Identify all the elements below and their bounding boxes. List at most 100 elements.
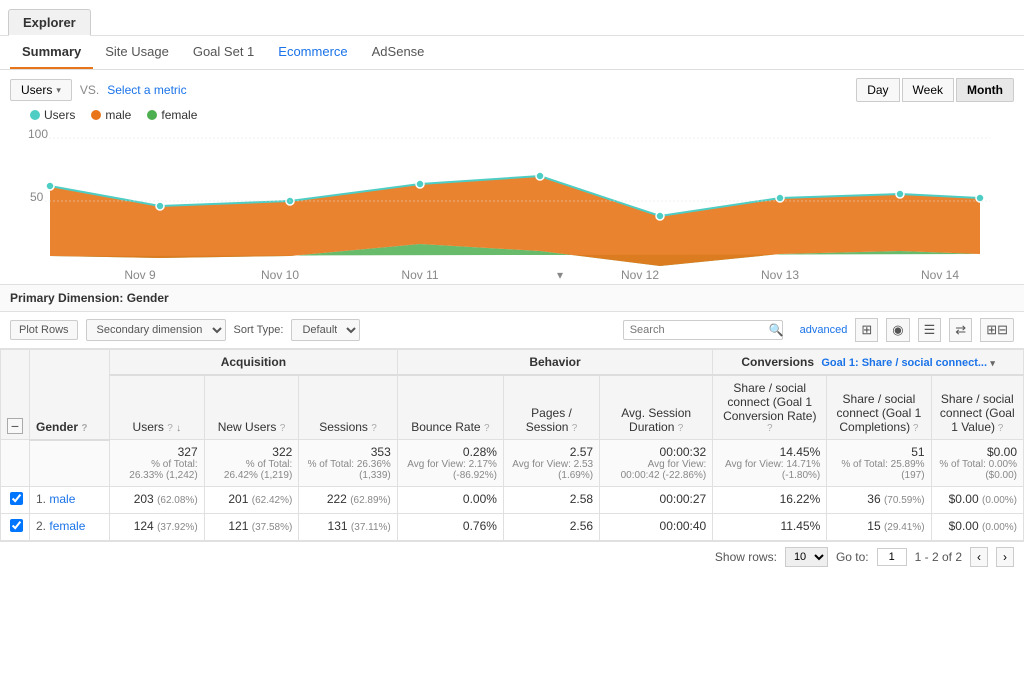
tab-summary[interactable]: Summary bbox=[10, 36, 93, 69]
svg-text:Nov 13: Nov 13 bbox=[761, 268, 799, 281]
primary-dimension-bar: Primary Dimension: Gender bbox=[0, 284, 1024, 312]
plot-rows-btn[interactable]: Plot Rows bbox=[10, 320, 78, 340]
tab-site-usage[interactable]: Site Usage bbox=[93, 36, 181, 69]
row1-new-users: 201 (62.42%) bbox=[204, 487, 299, 514]
table-view-pivot-btn[interactable]: ⊞⊟ bbox=[980, 318, 1014, 342]
chart-controls-left: Users ▾ VS. Select a metric bbox=[10, 79, 187, 101]
area-chart: 100 50 Nov 9 Nov 10 Nov 11 ▾ Nov 12 bbox=[20, 126, 1010, 281]
svg-text:Nov 10: Nov 10 bbox=[261, 268, 299, 281]
legend-male: male bbox=[91, 108, 131, 122]
total-pages-session: 2.57 Avg for View: 2.53 (1.69%) bbox=[503, 440, 599, 487]
tab-adsense[interactable]: AdSense bbox=[360, 36, 437, 69]
svg-text:Nov 12: Nov 12 bbox=[621, 268, 659, 281]
table-row: 1. male 203 (62.08%) 201 (62.42%) 222 (6… bbox=[1, 487, 1024, 514]
row1-check-cell bbox=[1, 487, 30, 514]
secondary-dim-select[interactable]: Secondary dimension bbox=[86, 319, 226, 341]
tab-ecommerce[interactable]: Ecommerce bbox=[266, 36, 359, 69]
new-users-help: ? bbox=[280, 423, 286, 434]
row1-gender-link[interactable]: male bbox=[49, 492, 75, 506]
row1-users: 203 (62.08%) bbox=[110, 487, 205, 514]
total-users: 327 % of Total: 26.33% (1,242) bbox=[110, 440, 205, 487]
th-behavior: Behavior bbox=[397, 350, 712, 376]
th-goal-value: Share / social connect (Goal 1 Value) ? bbox=[931, 375, 1023, 440]
legend-label-users: Users bbox=[44, 108, 75, 122]
th-bounce-rate: Bounce Rate ? bbox=[397, 375, 503, 440]
row1-duration: 00:00:27 bbox=[600, 487, 713, 514]
total-row: 327 % of Total: 26.33% (1,242) 322 % of … bbox=[1, 440, 1024, 487]
rows-per-page-select[interactable]: 10 bbox=[785, 547, 828, 567]
duration-help: ? bbox=[678, 423, 684, 434]
row1-conv-rate: 16.22% bbox=[713, 487, 827, 514]
chart-legend: Users male female bbox=[30, 108, 1014, 122]
collapse-btn[interactable]: − bbox=[7, 418, 23, 434]
row1-checkbox[interactable] bbox=[10, 492, 23, 505]
row2-duration: 00:00:40 bbox=[600, 514, 713, 541]
row1-gender-cell: 1. male bbox=[30, 487, 110, 514]
row1-pages: 2.58 bbox=[503, 487, 599, 514]
svg-text:100: 100 bbox=[28, 127, 48, 141]
table-view-pie-btn[interactable]: ◉ bbox=[886, 318, 909, 342]
row2-gender-link[interactable]: female bbox=[49, 519, 85, 533]
total-new-users: 322 % of Total: 26.42% (1,219) bbox=[204, 440, 299, 487]
th-conversions: Conversions Goal 1: Share / social conne… bbox=[713, 350, 1024, 376]
goto-label: Go to: bbox=[836, 550, 869, 564]
table-view-grid-btn[interactable]: ⊞ bbox=[855, 318, 878, 342]
svg-text:50: 50 bbox=[30, 190, 44, 204]
total-conv-rate: 14.45% Avg for View: 14.71% (-1.80%) bbox=[713, 440, 827, 487]
total-completions: 51 % of Total: 25.89% (197) bbox=[827, 440, 931, 487]
total-sessions: 353 % of Total: 26.36% (1,339) bbox=[299, 440, 397, 487]
legend-label-male: male bbox=[105, 108, 131, 122]
time-btn-week[interactable]: Week bbox=[902, 78, 954, 102]
users-sort-arrow[interactable]: ↓ bbox=[176, 423, 181, 434]
next-page-btn[interactable]: › bbox=[996, 547, 1014, 567]
sort-type-label: Sort Type: bbox=[234, 324, 284, 336]
table-row: 2. female 124 (37.92%) 121 (37.58%) 131 … bbox=[1, 514, 1024, 541]
row1-completions: 36 (70.59%) bbox=[827, 487, 931, 514]
table-wrapper: − Gender ? Acquisition Behavior Conversi… bbox=[0, 349, 1024, 541]
table-view-list-btn[interactable]: ☰ bbox=[918, 318, 942, 342]
explorer-tab[interactable]: Explorer bbox=[8, 9, 91, 36]
prev-page-btn[interactable]: ‹ bbox=[970, 547, 988, 567]
row2-pages: 2.56 bbox=[503, 514, 599, 541]
total-avg-duration: 00:00:32 Avg for View: 00:00:42 (-22.86%… bbox=[600, 440, 713, 487]
data-table: − Gender ? Acquisition Behavior Conversi… bbox=[0, 349, 1024, 541]
metric-label: Users bbox=[21, 83, 52, 97]
goal-select-link[interactable]: Goal 1: Share / social connect... bbox=[821, 357, 987, 369]
table-view-compare-btn[interactable]: ⇄ bbox=[949, 318, 972, 342]
row2-checkbox[interactable] bbox=[10, 519, 23, 532]
select-metric-link[interactable]: Select a metric bbox=[107, 83, 186, 97]
metric-dropdown-btn[interactable]: Users ▾ bbox=[10, 79, 72, 101]
row2-bounce: 0.76% bbox=[397, 514, 503, 541]
goto-page-input[interactable] bbox=[877, 548, 907, 566]
row1-sessions: 222 (62.89%) bbox=[299, 487, 397, 514]
pages-help: ? bbox=[572, 423, 578, 434]
primary-dim-label: Primary Dimension: bbox=[10, 291, 123, 305]
page-range-label: 1 - 2 of 2 bbox=[915, 550, 962, 564]
goal-value-help: ? bbox=[998, 423, 1004, 434]
gender-help-icon: ? bbox=[81, 423, 87, 434]
table-search-input[interactable] bbox=[623, 320, 783, 340]
time-btn-day[interactable]: Day bbox=[856, 78, 899, 102]
sort-type-select[interactable]: Default bbox=[291, 319, 360, 341]
users-help: ? bbox=[167, 423, 173, 434]
legend-female: female bbox=[147, 108, 197, 122]
sessions-help: ? bbox=[371, 423, 377, 434]
advanced-link[interactable]: advanced bbox=[800, 324, 848, 336]
legend-dot-male bbox=[91, 110, 101, 120]
conv-rate-help: ? bbox=[767, 423, 773, 434]
row2-completions: 15 (29.41%) bbox=[827, 514, 931, 541]
time-btn-month[interactable]: Month bbox=[956, 78, 1014, 102]
svg-text:▾: ▾ bbox=[557, 268, 563, 281]
row2-new-users: 121 (37.58%) bbox=[204, 514, 299, 541]
completions-help: ? bbox=[913, 423, 919, 434]
total-label-cell bbox=[30, 440, 110, 487]
th-gender: Gender ? bbox=[30, 350, 110, 440]
total-check-cell bbox=[1, 440, 30, 487]
primary-dim-value: Gender bbox=[127, 291, 169, 305]
tab-goal-set1[interactable]: Goal Set 1 bbox=[181, 36, 266, 69]
th-minus: − bbox=[1, 350, 30, 440]
th-avg-duration: Avg. Session Duration ? bbox=[600, 375, 713, 440]
svg-text:Nov 9: Nov 9 bbox=[124, 268, 156, 281]
legend-dot-female bbox=[147, 110, 157, 120]
th-completions: Share / social connect (Goal 1 Completio… bbox=[827, 375, 931, 440]
